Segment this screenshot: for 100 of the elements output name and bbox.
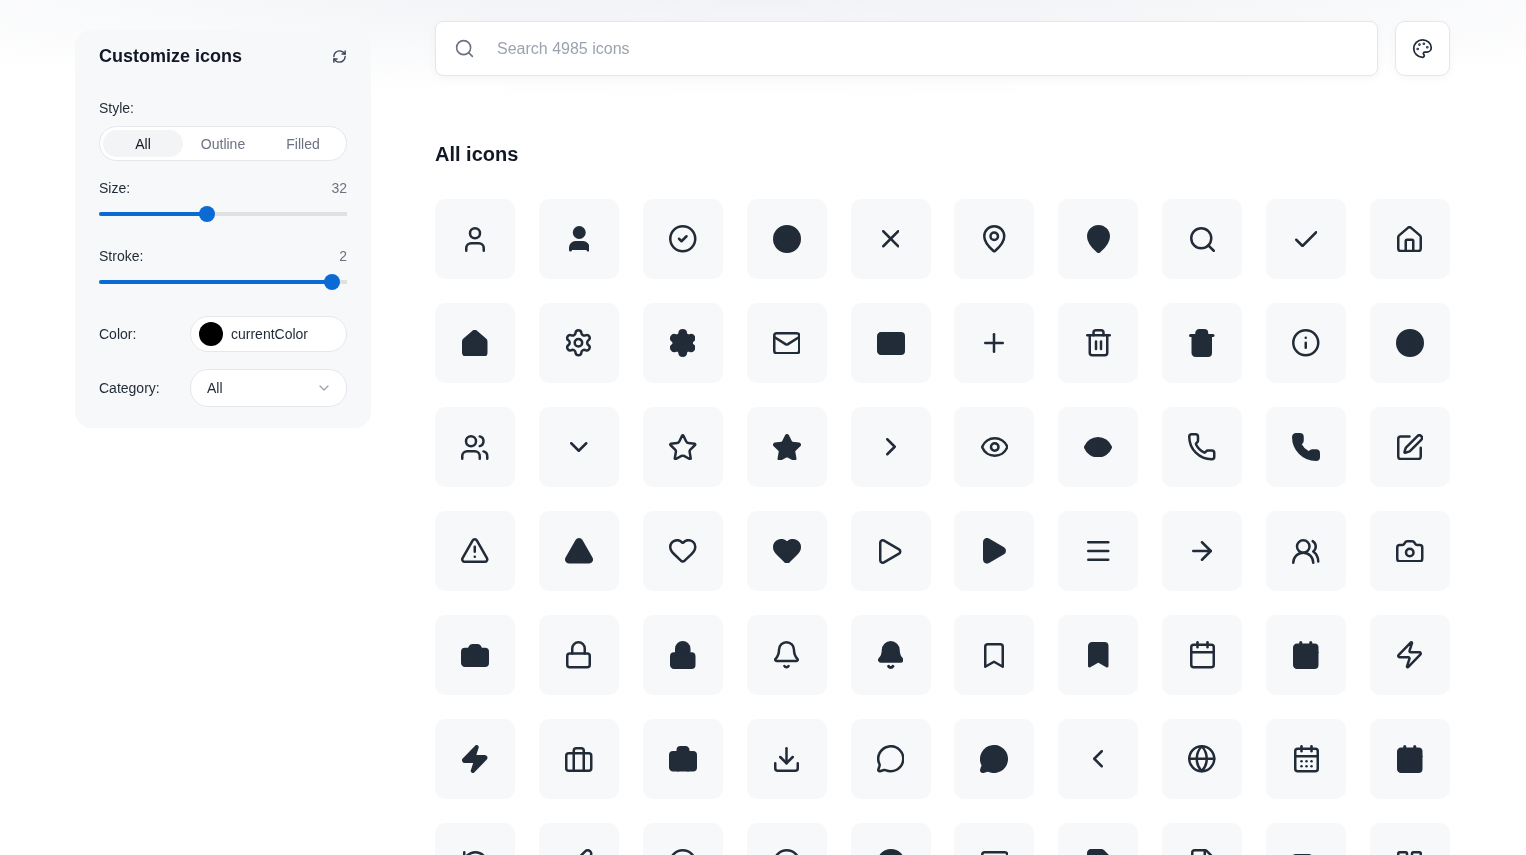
search-input[interactable]: Search 4985 icons — [495, 38, 1359, 59]
icon-tile[interactable] — [746, 303, 827, 383]
icon-tile[interactable] — [1162, 407, 1243, 487]
lock-icon — [566, 641, 592, 669]
icon-tile[interactable] — [1058, 407, 1139, 487]
play-icon — [879, 538, 902, 564]
icon-tile[interactable] — [1369, 615, 1450, 695]
icon-tile[interactable] — [538, 199, 619, 279]
slider-thumb[interactable] — [324, 274, 341, 290]
icon-tile[interactable] — [1162, 199, 1243, 279]
icon-tile[interactable] — [642, 199, 723, 279]
icon-tile[interactable] — [746, 199, 827, 279]
icon-tile[interactable] — [954, 199, 1035, 279]
icon-tile[interactable] — [642, 511, 723, 591]
lock-icon — [670, 641, 696, 669]
icon-tile[interactable] — [850, 511, 931, 591]
style-option[interactable]: Filled — [263, 130, 343, 157]
icon-tile[interactable] — [435, 199, 515, 279]
chevron-right-icon — [885, 438, 896, 456]
icon-tile[interactable] — [538, 303, 619, 383]
lightning-icon — [1397, 641, 1423, 669]
calendar-icon — [1293, 745, 1319, 773]
style-label: Style: — [99, 100, 135, 116]
chat-bubble-icon — [876, 745, 905, 773]
icon-tile[interactable] — [954, 511, 1035, 591]
calendar-icon — [1293, 641, 1319, 669]
icon-tile[interactable] — [435, 615, 515, 695]
bookmark-icon — [1088, 642, 1109, 668]
style-option[interactable]: Outline — [183, 130, 263, 157]
icon-tile[interactable] — [1369, 407, 1450, 487]
reset-icon[interactable] — [332, 48, 347, 64]
section-title: All icons — [435, 142, 520, 166]
icon-tile[interactable] — [1266, 407, 1346, 487]
icon-tile[interactable] — [746, 511, 827, 591]
icon-tile[interactable] — [746, 615, 827, 695]
icon-tile[interactable] — [850, 719, 931, 799]
icon-tile[interactable] — [435, 407, 515, 487]
icon-tile[interactable] — [850, 407, 931, 487]
icon-tile[interactable] — [850, 199, 931, 279]
icon-tile[interactable] — [642, 615, 723, 695]
phone-icon — [1292, 433, 1320, 461]
style-option[interactable]: All — [103, 130, 183, 157]
icon-tile[interactable] — [1266, 615, 1346, 695]
trash-icon — [1085, 329, 1111, 357]
icon-tile[interactable] — [642, 719, 723, 799]
icon-tile[interactable] — [642, 407, 723, 487]
icon-tile[interactable] — [1162, 719, 1243, 799]
heart-icon — [669, 539, 697, 563]
slider-thumb[interactable] — [198, 206, 215, 222]
icon-tile[interactable] — [1058, 303, 1139, 383]
category-dropdown[interactable]: All — [190, 369, 347, 407]
icon-tile[interactable] — [1266, 303, 1346, 383]
icon-tile[interactable] — [435, 303, 515, 383]
icon-tile[interactable] — [1369, 511, 1450, 591]
icon-tile[interactable] — [1369, 303, 1450, 383]
icon-tile[interactable] — [538, 407, 619, 487]
palette-button[interactable] — [1395, 21, 1450, 76]
download-icon — [774, 746, 800, 772]
palette-icon — [1412, 38, 1433, 59]
icon-tile[interactable] — [746, 719, 827, 799]
check-icon — [1294, 230, 1318, 248]
icon-tile[interactable] — [954, 407, 1035, 487]
size-label: Size: — [99, 180, 131, 196]
briefcase-icon — [565, 746, 593, 772]
icon-tile[interactable] — [954, 719, 1035, 799]
icon-tile[interactable] — [1058, 615, 1139, 695]
icon-tile[interactable] — [538, 719, 619, 799]
icon-tile[interactable] — [1058, 199, 1139, 279]
icon-tile[interactable] — [1266, 199, 1346, 279]
icon-tile[interactable] — [435, 511, 515, 591]
icon-tile[interactable] — [1058, 719, 1139, 799]
users-icon — [461, 434, 489, 460]
panel-title: Customize icons — [99, 45, 243, 67]
trash-icon — [1189, 329, 1215, 357]
icon-tile[interactable] — [538, 615, 619, 695]
icon-tile[interactable] — [642, 303, 723, 383]
arrow-right-icon — [1192, 541, 1213, 561]
calendar-icon — [1397, 745, 1423, 773]
star-icon — [772, 433, 801, 461]
chat-bubble-icon — [980, 745, 1009, 773]
icon-tile[interactable] — [538, 511, 619, 591]
color-field[interactable]: currentColor — [190, 316, 347, 352]
icon-tile[interactable] — [1369, 199, 1450, 279]
icon-tile[interactable] — [435, 719, 515, 799]
icon-tile[interactable] — [1266, 511, 1346, 591]
icon-tile[interactable] — [954, 615, 1035, 695]
chevron-left-icon — [1093, 750, 1104, 768]
icon-tile[interactable] — [1266, 719, 1346, 799]
icon-tile[interactable] — [954, 303, 1035, 383]
icon-tile[interactable] — [1369, 719, 1450, 799]
user-icon — [465, 226, 485, 252]
search-field[interactable]: Search 4985 icons — [435, 21, 1378, 76]
icon-tile[interactable] — [746, 407, 827, 487]
icon-tile[interactable] — [850, 615, 931, 695]
group-icon — [1292, 538, 1320, 564]
icon-tile[interactable] — [1162, 615, 1243, 695]
icon-tile[interactable] — [850, 303, 931, 383]
icon-tile[interactable] — [1162, 303, 1243, 383]
icon-tile[interactable] — [1058, 511, 1139, 591]
icon-tile[interactable] — [1162, 511, 1243, 591]
